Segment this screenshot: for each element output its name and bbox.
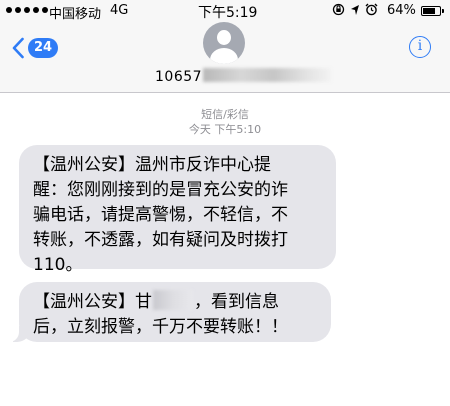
- status-time: 下午5:19: [198, 5, 258, 21]
- navigation-header: 中国移动 4G 下午5:19 64% 24 10657 i: [0, 0, 450, 93]
- back-button[interactable]: 24: [12, 37, 59, 59]
- alarm-icon: [365, 3, 378, 16]
- message-type-label: 短信/彩信: [201, 108, 249, 121]
- status-bar: 中国移动 4G 下午5:19 64%: [0, 0, 450, 24]
- message-line: 转账，不透露，如有疑问及时拨打: [33, 230, 288, 250]
- contact-number-text: 10657: [155, 69, 203, 85]
- message-text: 【温州公安】甘: [33, 292, 152, 312]
- battery-icon: [421, 6, 444, 16]
- network-type: 4G: [110, 3, 129, 18]
- battery-percent: 64%: [387, 3, 416, 18]
- message-bubble[interactable]: 【温州公安】温州市反诈中心提 醒：您刚刚接到的是冒充公安的诈 骗电话，请提高警惕…: [19, 145, 336, 275]
- message-line: 后，立刻报警，千万不要转账！！: [33, 317, 288, 337]
- message-bubble[interactable]: 【温州公安】甘 ，看到信息 后，立刻报警，千万不要转账！！: [7, 282, 331, 342]
- orientation-lock-icon: [332, 3, 345, 16]
- unread-count-badge: 24: [28, 38, 59, 58]
- contact-number[interactable]: 10657: [155, 68, 332, 85]
- info-button[interactable]: i: [409, 36, 431, 58]
- message-line: 骗电话，请提高警惕，不轻信，不: [33, 205, 288, 225]
- message-line: 【温州公安】温州市反诈中心提: [33, 155, 271, 175]
- location-arrow-icon: [351, 4, 359, 15]
- redacted-name: [153, 290, 193, 310]
- signal-strength-icon: [6, 7, 48, 13]
- carrier-name: 中国移动: [49, 7, 102, 22]
- contact-avatar[interactable]: [203, 22, 245, 64]
- message-text: ，看到信息: [194, 292, 279, 312]
- chevron-left-icon: [12, 37, 24, 59]
- message-line: 醒：您刚刚接到的是冒充公安的诈: [33, 180, 288, 200]
- redacted-number: [203, 68, 332, 82]
- message-line: 110。: [33, 255, 83, 275]
- message-timestamp: 今天 下午5:10: [188, 123, 262, 136]
